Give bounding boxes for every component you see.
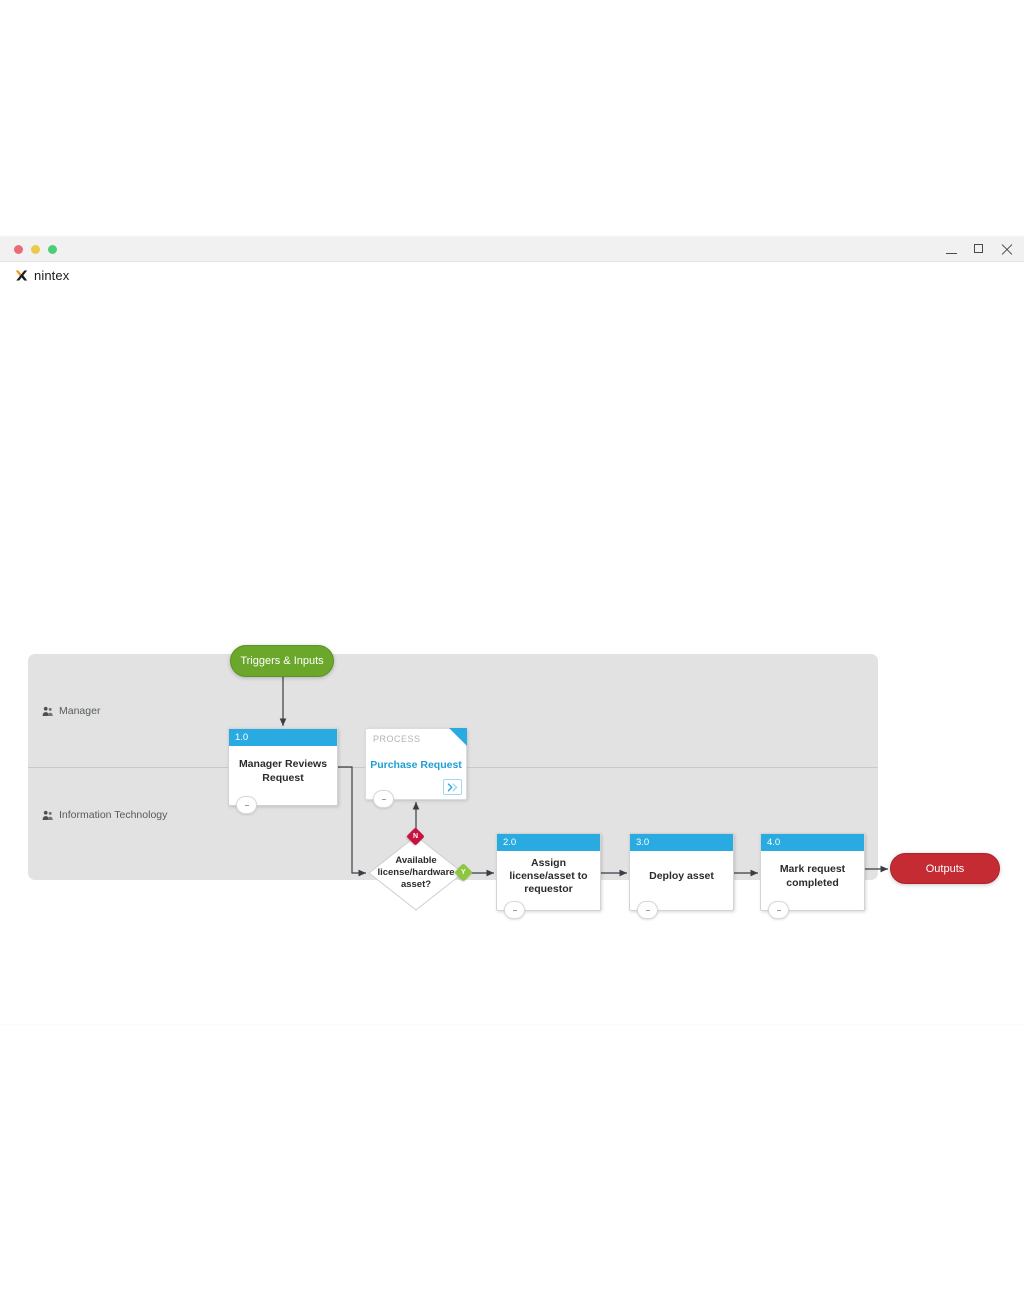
- corner-fold-icon: [449, 728, 467, 746]
- brand-bar: nintex: [0, 262, 1024, 288]
- decision-node-available-asset[interactable]: Available license/hardware asset? N Y: [368, 827, 473, 911]
- process-node-2[interactable]: 2.0 Assign license/asset to requestor: [496, 833, 601, 919]
- process-node-3[interactable]: 3.0 Deploy asset: [629, 833, 734, 919]
- lane-label-text: Information Technology: [59, 809, 168, 821]
- node-number: 1.0: [229, 729, 337, 746]
- node-number: 4.0: [761, 834, 864, 851]
- close-icon[interactable]: [1001, 243, 1014, 256]
- process-node-1[interactable]: 1.0 Manager Reviews Request: [228, 728, 338, 814]
- process-card-kicker: PROCESS: [373, 734, 421, 744]
- collapse-badge-icon[interactable]: [373, 790, 394, 808]
- application-window: nintex Manager Information Technology Tr…: [0, 238, 1024, 1024]
- brand-name: nintex: [34, 267, 70, 283]
- branch-badge-yes-label: Y: [461, 868, 466, 876]
- node-number: 3.0: [630, 834, 733, 851]
- diagram-canvas[interactable]: Manager Information Technology Triggers …: [0, 288, 1024, 1024]
- branch-badge-no-label: N: [412, 833, 419, 840]
- people-icon: [42, 706, 54, 717]
- decision-label: Available license/hardware asset?: [377, 855, 455, 890]
- collapse-badge-icon[interactable]: [504, 901, 525, 919]
- end-node-label: Outputs: [925, 862, 965, 875]
- lane-label-text: Manager: [59, 705, 101, 717]
- process-card-title-link[interactable]: Purchase Request: [366, 759, 466, 771]
- lane-label-manager[interactable]: Manager: [42, 705, 100, 717]
- process-node-4[interactable]: 4.0 Mark request completed: [760, 833, 865, 919]
- collapse-badge-icon[interactable]: [768, 901, 789, 919]
- start-node-triggers-and-inputs[interactable]: Triggers & Inputs: [230, 645, 334, 677]
- lane-label-information-technology[interactable]: Information Technology: [42, 809, 167, 821]
- window-control-group: [945, 243, 1014, 256]
- traffic-light-group: [14, 245, 57, 254]
- traffic-light-close-icon[interactable]: [14, 245, 23, 254]
- open-external-icon[interactable]: [443, 779, 462, 795]
- node-number: 2.0: [497, 834, 600, 851]
- collapse-badge-icon[interactable]: [637, 901, 658, 919]
- traffic-light-maximize-icon[interactable]: [48, 245, 57, 254]
- people-icon: [42, 810, 54, 821]
- nintex-x-icon: [14, 268, 29, 283]
- collapse-badge-icon[interactable]: [236, 796, 257, 814]
- end-node-outputs[interactable]: Outputs: [890, 853, 1000, 884]
- maximize-icon[interactable]: [973, 243, 986, 256]
- minimize-icon[interactable]: [945, 243, 958, 256]
- linked-process-card[interactable]: PROCESS Purchase Request: [365, 728, 467, 808]
- traffic-light-minimize-icon[interactable]: [31, 245, 40, 254]
- start-node-label: Triggers & Inputs: [240, 655, 324, 667]
- window-titlebar: [0, 238, 1024, 262]
